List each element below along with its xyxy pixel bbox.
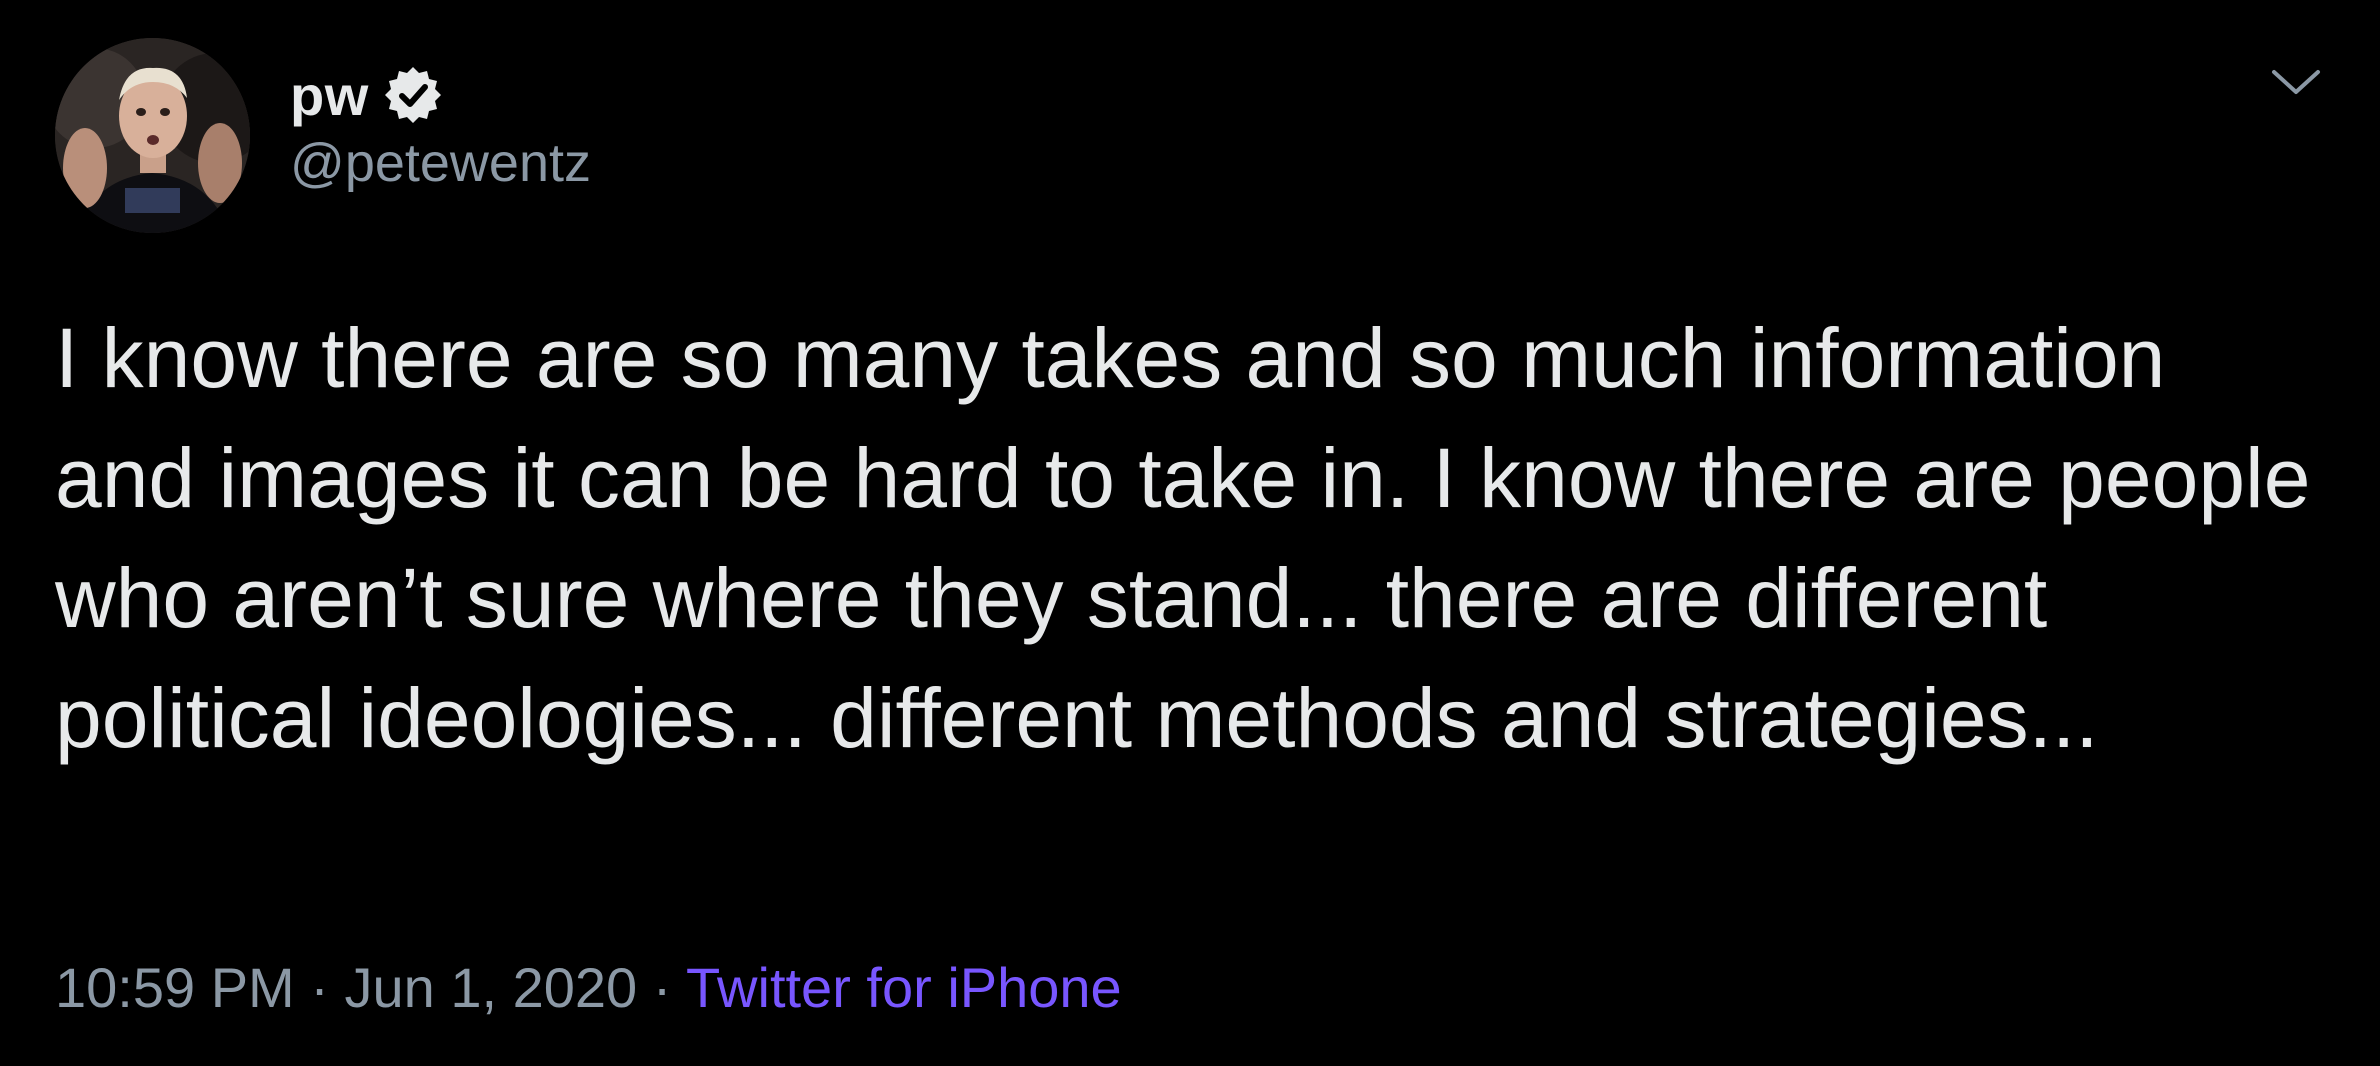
- name-row: pw: [290, 60, 591, 130]
- author-block: pw @petewentz: [290, 60, 591, 194]
- display-name[interactable]: pw: [290, 63, 369, 128]
- user-handle[interactable]: @petewentz: [290, 132, 591, 194]
- chevron-down-icon[interactable]: [2266, 62, 2326, 102]
- tweet-text: I know there are so many takes and so mu…: [55, 311, 2334, 765]
- meta-separator: ·: [652, 956, 686, 1019]
- tweet-time[interactable]: 10:59 PM: [55, 956, 295, 1019]
- verified-badge-icon: [381, 63, 445, 127]
- tweet-date[interactable]: Jun 1, 2020: [344, 956, 637, 1019]
- avatar-photo: [55, 38, 250, 233]
- meta-separator: ·: [310, 956, 345, 1019]
- tweet-source-link[interactable]: Twitter for iPhone: [686, 956, 1122, 1019]
- tweet-card: pw @petewentz I know there are so many t…: [0, 0, 2380, 1066]
- avatar[interactable]: [55, 38, 250, 233]
- tweet-meta: 10:59 PM · Jun 1, 2020 · Twitter for iPh…: [55, 955, 1122, 1020]
